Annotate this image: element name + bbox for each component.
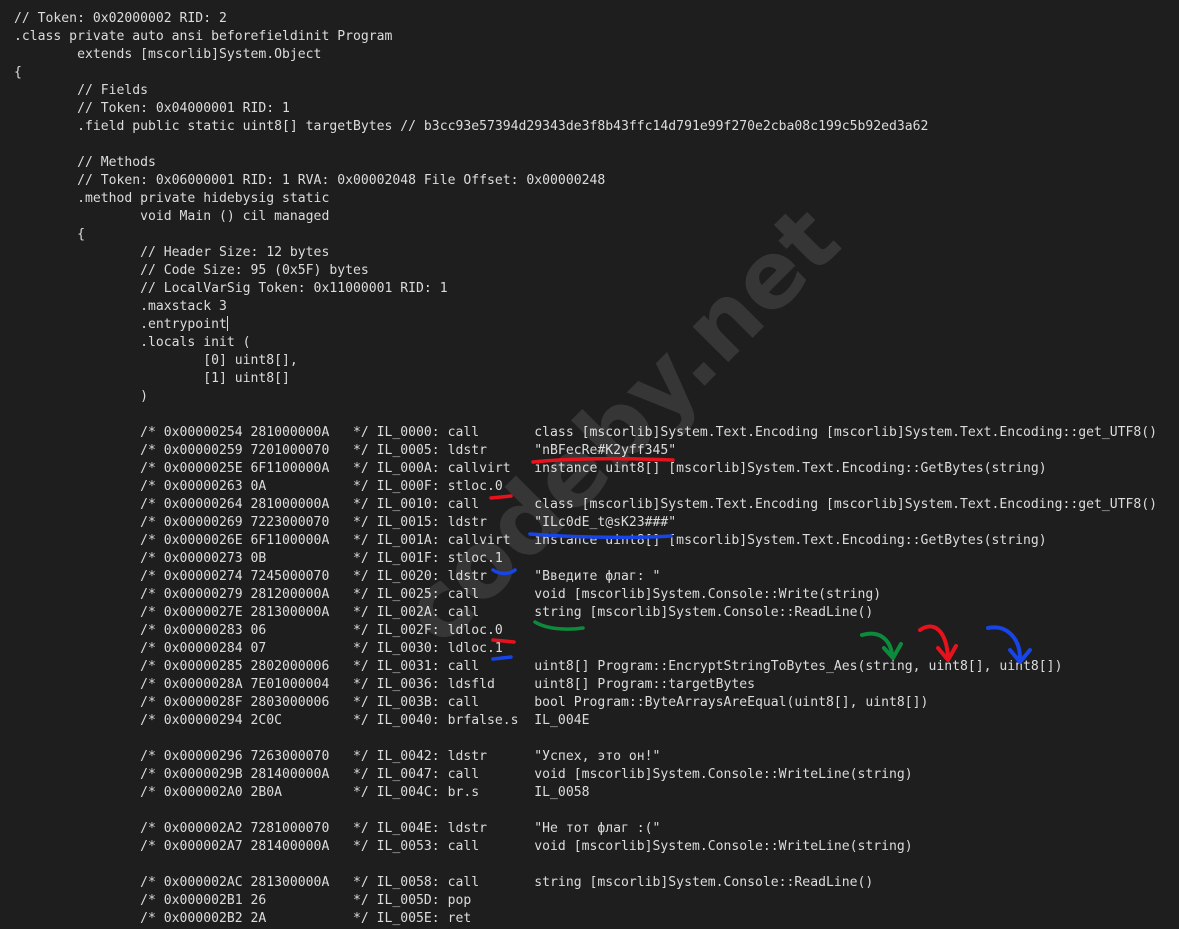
code-line: /* 0x0000029B 281400000A */ IL_0047: cal… (14, 767, 913, 782)
code-line: void Main () cil managed (14, 209, 330, 224)
code-line: .locals init ( (14, 335, 251, 350)
code-line: // Fields (14, 83, 149, 98)
code-line: .maxstack 3 (14, 299, 227, 314)
code-line: /* 0x00000296 7263000070 */ IL_0042: lds… (14, 749, 661, 764)
code-line: [0] uint8[], (14, 353, 298, 368)
code-line: { (14, 227, 85, 242)
code-line: extends [mscorlib]System.Object (14, 47, 322, 62)
code-line: /* 0x00000285 2802000006 */ IL_0031: cal… (14, 659, 1063, 674)
code-line: // Token: 0x02000002 RID: 2 (14, 11, 227, 26)
code-line: [1] uint8[] (14, 371, 290, 386)
code-line: // Code Size: 95 (0x5F) bytes (14, 263, 369, 278)
code-line: /* 0x00000284 07 */ IL_0030: ldloc.1 (14, 641, 503, 656)
code-line: /* 0x00000294 2C0C */ IL_0040: brfalse.s… (14, 713, 590, 728)
code-line: /* 0x00000269 7223000070 */ IL_0015: lds… (14, 515, 677, 530)
code-line: /* 0x00000263 0A */ IL_000F: stloc.0 (14, 479, 503, 494)
code-line: /* 0x0000028F 2803000006 */ IL_003B: cal… (14, 695, 929, 710)
code-line: // LocalVarSig Token: 0x11000001 RID: 1 (14, 281, 448, 296)
code-line: ) (14, 389, 149, 404)
code-line: .method private hidebysig static (14, 191, 330, 206)
code-line: /* 0x000002AC 281300000A */ IL_0058: cal… (14, 875, 874, 890)
code-line: // Header Size: 12 bytes (14, 245, 330, 260)
code-line: /* 0x00000274 7245000070 */ IL_0020: lds… (14, 569, 661, 584)
code-line: /* 0x00000259 7201000070 */ IL_0005: lds… (14, 443, 677, 458)
code-line: /* 0x0000027E 281300000A */ IL_002A: cal… (14, 605, 874, 620)
code-line: /* 0x000002B1 26 */ IL_005D: pop (14, 893, 472, 908)
code-line: /* 0x00000283 06 */ IL_002F: ldloc.0 (14, 623, 503, 638)
code-line: /* 0x00000279 281200000A */ IL_0025: cal… (14, 587, 882, 602)
code-line: /* 0x0000026E 6F1100000A */ IL_001A: cal… (14, 533, 1047, 548)
code-line: /* 0x000002A2 7281000070 */ IL_004E: lds… (14, 821, 661, 836)
code-line: // Token: 0x06000001 RID: 1 RVA: 0x00002… (14, 173, 606, 188)
code-line: // Token: 0x04000001 RID: 1 (14, 101, 290, 116)
il-code-view[interactable]: // Token: 0x02000002 RID: 2 .class privat… (14, 10, 1157, 928)
code-line: { (14, 65, 22, 80)
code-line: /* 0x00000273 0B */ IL_001F: stloc.1 (14, 551, 503, 566)
code-line: /* 0x000002B2 2A */ IL_005E: ret (14, 911, 472, 926)
code-line: .class private auto ansi beforefieldinit… (14, 29, 393, 44)
code-line: // Methods (14, 155, 156, 170)
code-line: /* 0x0000028A 7E01000004 */ IL_0036: lds… (14, 677, 756, 692)
code-line: .entrypoint (14, 316, 228, 332)
code-line: /* 0x00000254 281000000A */ IL_0000: cal… (14, 425, 1158, 440)
text-cursor (226, 316, 228, 331)
code-line: /* 0x00000264 281000000A */ IL_0010: cal… (14, 497, 1158, 512)
code-line: /* 0x0000025E 6F1100000A */ IL_000A: cal… (14, 461, 1047, 476)
code-line: /* 0x000002A0 2B0A */ IL_004C: br.s IL_0… (14, 785, 590, 800)
code-line: /* 0x000002A7 281400000A */ IL_0053: cal… (14, 839, 913, 854)
code-line: .field public static uint8[] targetBytes… (14, 119, 929, 134)
